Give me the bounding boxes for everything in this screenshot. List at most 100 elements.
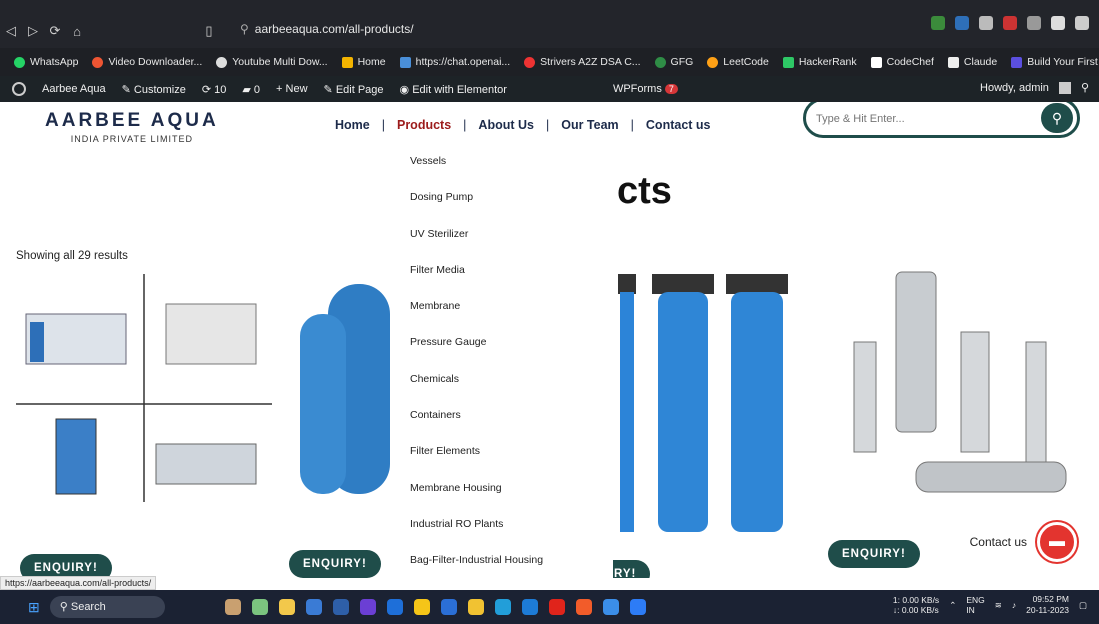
wp-updates-link[interactable]: ⟳ 10 — [202, 83, 227, 96]
site-info-icon[interactable]: ⚲ — [240, 22, 249, 36]
bookmarks-bar: WhatsApp Video Downloader... Youtube Mul… — [0, 48, 1099, 76]
bookmark-item[interactable]: Build Your First We... — [1011, 56, 1099, 68]
file-explorer-icon[interactable] — [413, 599, 430, 615]
extension-icon[interactable] — [931, 16, 945, 30]
chat-button[interactable]: ▬ — [1037, 522, 1077, 562]
reload-icon[interactable]: ⟳ — [44, 23, 66, 39]
avatar[interactable] — [1058, 81, 1071, 94]
search-input[interactable] — [816, 110, 1026, 128]
bookmark-item[interactable]: Home — [341, 56, 386, 68]
dropdown-item-bag-filter-housing[interactable]: Bag-Filter-Industrial Housing — [393, 551, 613, 578]
wp-howdy[interactable]: Howdy, admin — [980, 82, 1049, 94]
dropdown-item-uv-sterilizer[interactable]: UV Sterilizer — [393, 225, 613, 261]
mail-icon[interactable] — [305, 599, 322, 615]
wp-new-link[interactable]: + New — [276, 83, 308, 95]
contact-widget: Contact us ▬ — [970, 522, 1077, 562]
dropdown-item-chemicals[interactable]: Chemicals — [393, 370, 613, 406]
search-button[interactable]: ⚲ — [1041, 103, 1073, 133]
widgets-icon[interactable] — [224, 599, 241, 615]
edge-icon[interactable] — [440, 599, 457, 615]
enquiry-button[interactable]: ENQUIRY! — [828, 540, 920, 568]
enquiry-button[interactable]: ENQUIRY! — [289, 550, 381, 578]
bookmark-item[interactable]: LeetCode — [707, 56, 769, 68]
dropdown-item-membrane[interactable]: Membrane — [393, 297, 613, 333]
product-image[interactable] — [290, 274, 390, 504]
dropdown-item-filter-elements[interactable]: Filter Elements — [393, 442, 613, 478]
dropdown-item-industrial-ro-plants[interactable]: Industrial RO Plants — [393, 515, 613, 551]
nav-our-team[interactable]: Our Team — [561, 118, 618, 132]
bookmark-item[interactable]: CodeChef — [870, 56, 934, 68]
home-icon[interactable]: ⌂ — [66, 24, 88, 39]
media-icon[interactable] — [359, 599, 376, 615]
globe-icon — [216, 56, 228, 68]
dropdown-item-dosing-pump[interactable]: Dosing Pump — [393, 188, 613, 224]
bookmark-item[interactable]: WhatsApp — [14, 56, 78, 68]
extension-icon[interactable] — [1003, 16, 1017, 30]
chevron-up-icon[interactable]: ⌃ — [949, 600, 956, 611]
app-icon[interactable] — [332, 599, 349, 615]
chat-icon: ▬ — [1049, 533, 1065, 550]
chrome-icon[interactable] — [467, 599, 484, 615]
contact-label[interactable]: Contact us — [970, 535, 1027, 549]
dropdown-item-pressure-gauge[interactable]: Pressure Gauge — [393, 333, 613, 369]
app-icon[interactable] — [602, 599, 619, 615]
enquiry-button[interactable]: ENQUIRY! — [20, 554, 112, 578]
extension-icon[interactable] — [979, 16, 993, 30]
dropdown-item-membrane-housing[interactable]: Membrane Housing — [393, 479, 613, 515]
ss-filter-housing-image — [853, 271, 1067, 493]
dropdown-item-containers[interactable]: Containers — [393, 406, 613, 442]
clock[interactable]: 09:52 PM 20-11-2023 — [1026, 594, 1069, 616]
wp-wpforms-link[interactable]: WPForms 7 — [613, 83, 678, 95]
nav-about-us[interactable]: About Us — [478, 118, 534, 132]
bookmark-item[interactable]: https://chat.openai... — [399, 56, 510, 68]
notes-icon[interactable] — [629, 599, 646, 615]
vscode-icon[interactable] — [521, 599, 538, 615]
telegram-icon[interactable] — [494, 599, 511, 615]
wp-edit-page-link[interactable]: ✎ Edit Page — [324, 83, 384, 96]
opera-icon[interactable] — [548, 599, 565, 615]
taskbar-search[interactable]: ⚲ Search — [49, 596, 165, 618]
ro-plants-image — [16, 274, 272, 502]
wp-comments-link[interactable]: ▰ 0 — [242, 83, 260, 96]
nav-home[interactable]: Home — [335, 118, 370, 132]
back-icon[interactable]: ◁ — [0, 23, 22, 39]
dropdown-item-vessels[interactable]: Vessels — [393, 152, 613, 188]
product-image[interactable] — [826, 262, 1082, 502]
address-bar[interactable]: ⚲ aarbeeaqua.com/all-products/ — [240, 22, 710, 40]
claude-icon — [947, 56, 959, 68]
extension-icons — [931, 16, 1089, 30]
bookmark-item[interactable]: Claude — [947, 56, 997, 68]
wordpress-icon[interactable] — [12, 82, 26, 96]
notification-icon[interactable]: ▢ — [1079, 600, 1087, 611]
extension-icon[interactable] — [955, 16, 969, 30]
nav-contact-us[interactable]: Contact us — [646, 118, 711, 132]
bookmark-item[interactable]: HackerRank — [782, 56, 857, 68]
dropdown-item-filter-media[interactable]: Filter Media — [393, 261, 613, 297]
bookmark-page-icon[interactable]: ▯ — [198, 23, 220, 39]
forward-icon[interactable]: ▷ — [22, 23, 44, 39]
app-icon[interactable] — [386, 599, 403, 615]
wifi-icon[interactable]: ≋ — [995, 600, 1002, 611]
windows-start-icon[interactable]: ⊞ — [28, 599, 40, 616]
download-icon[interactable] — [1027, 16, 1041, 30]
app-icon[interactable] — [251, 599, 268, 615]
bookmark-item[interactable]: Youtube Multi Dow... — [216, 56, 328, 68]
sidebar-icon[interactable] — [1051, 16, 1065, 30]
search-icon[interactable]: ⚲ — [1081, 81, 1089, 94]
wp-site-link[interactable]: Aarbee Aqua — [42, 83, 106, 95]
brave-icon[interactable] — [575, 599, 592, 615]
wp-elementor-link[interactable]: ◉ Edit with Elementor — [400, 83, 507, 96]
site-logo[interactable]: AARBEE AQUA INDIA PRIVATE LIMITED — [45, 110, 219, 144]
bookmark-item[interactable]: GFG — [654, 56, 693, 68]
nav-products[interactable]: Products — [397, 118, 451, 132]
volume-icon[interactable]: ♪ — [1012, 600, 1016, 610]
product-image[interactable] — [16, 274, 272, 502]
language-indicator[interactable]: ENG IN — [966, 595, 984, 615]
menu-icon[interactable] — [1075, 16, 1089, 30]
app-icon[interactable] — [278, 599, 295, 615]
product-image[interactable] — [618, 274, 798, 534]
status-url: https://aarbeeaqua.com/all-products/ — [0, 576, 157, 590]
bookmark-item[interactable]: Strivers A2Z DSA C... — [524, 56, 641, 68]
wp-customize-link[interactable]: ✎ Customize — [122, 83, 186, 96]
bookmark-item[interactable]: Video Downloader... — [92, 56, 202, 68]
